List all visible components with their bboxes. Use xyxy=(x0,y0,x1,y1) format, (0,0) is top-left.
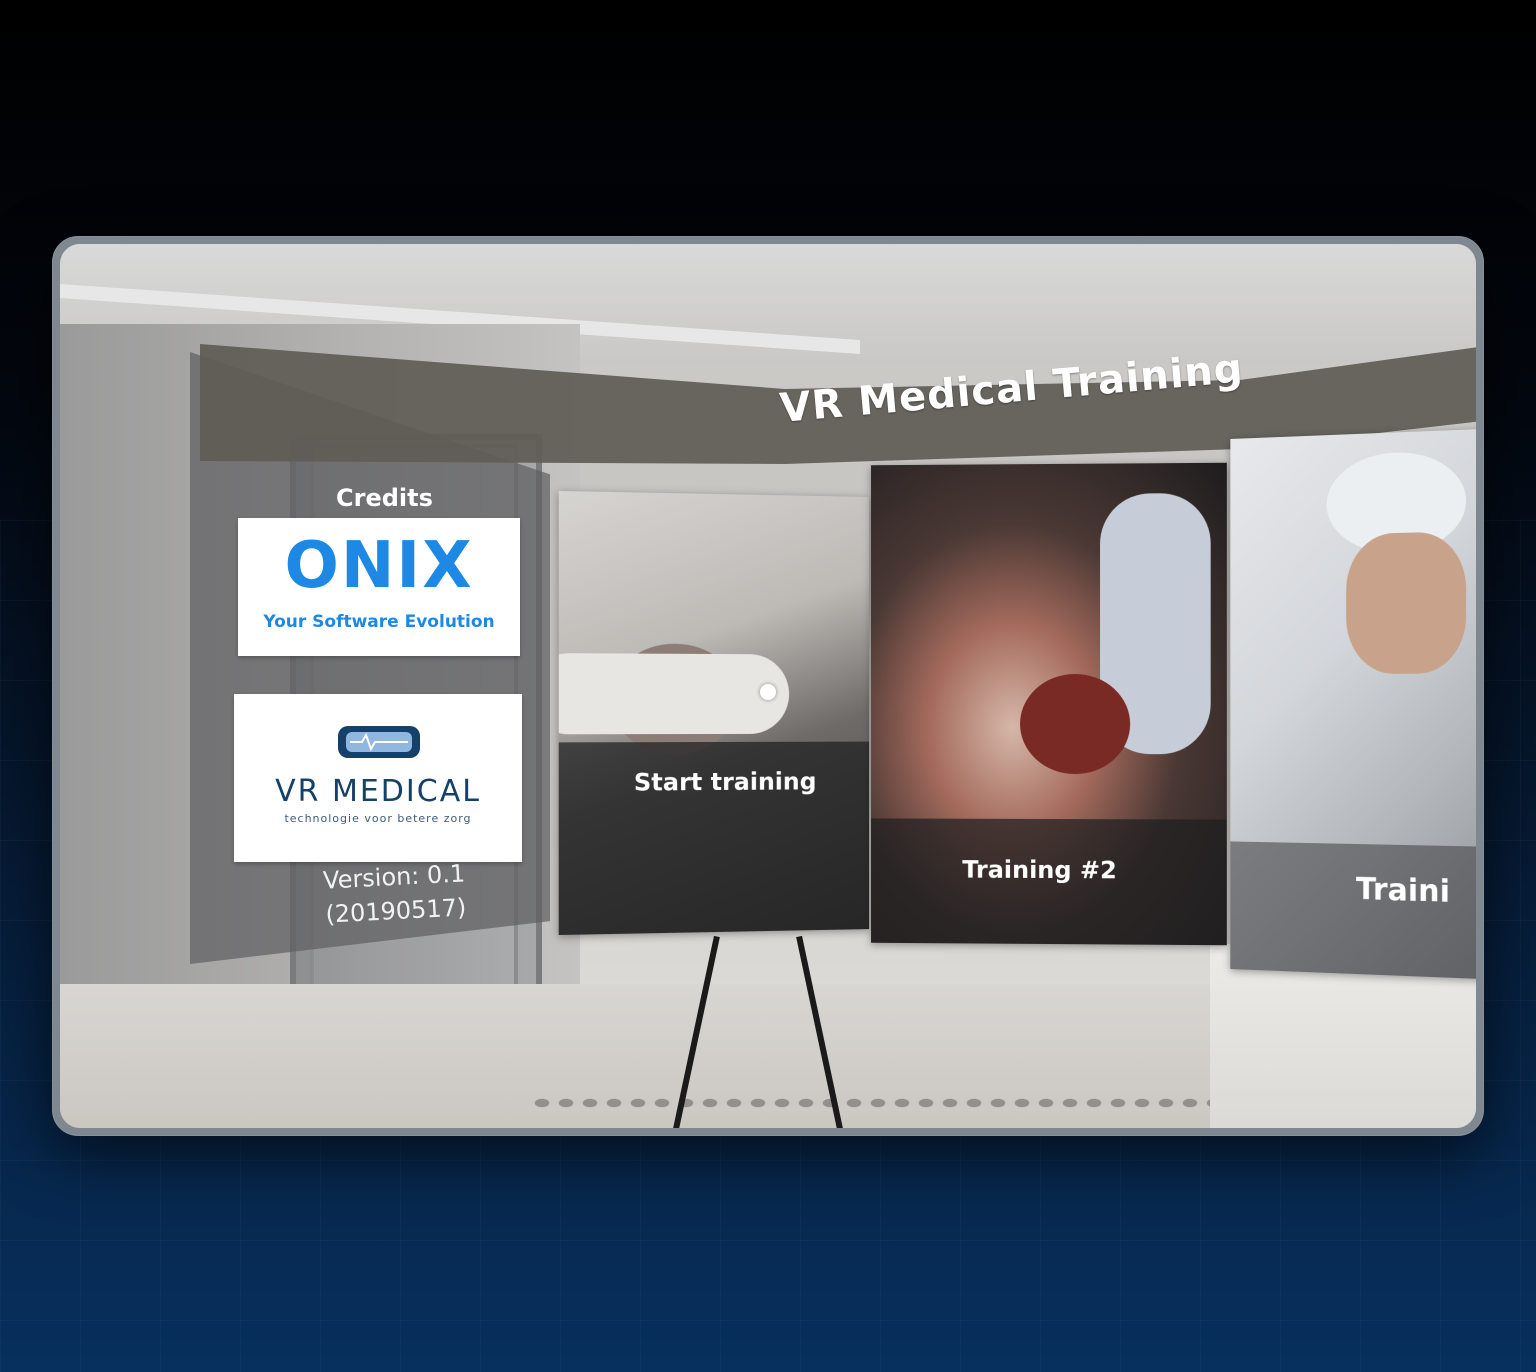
vr-medical-wordmark: VR MEDICAL xyxy=(275,774,481,809)
screenshot-frame: VR Medical Training Credits ONIX Your So… xyxy=(52,236,1484,1136)
card-overlay xyxy=(1230,841,1476,980)
onix-wordmark: ONIX xyxy=(284,529,474,603)
training-card-start[interactable]: Start training xyxy=(558,490,870,936)
vr-viewport: VR Medical Training Credits ONIX Your So… xyxy=(60,244,1476,1128)
vr-medical-tagline: technologie voor betere zorg xyxy=(284,812,472,825)
gaze-cursor-icon xyxy=(760,684,776,700)
version-info: Version: 0.1 (20190517) xyxy=(278,854,511,934)
bed-image xyxy=(558,653,790,735)
training-card-3[interactable]: Traini xyxy=(1230,428,1476,980)
onix-tagline: Your Software Evolution xyxy=(263,612,495,632)
mouth-image xyxy=(1020,673,1131,775)
vr-headset-icon xyxy=(338,726,420,758)
training-3-label: Traini xyxy=(1356,872,1450,910)
face-image xyxy=(1346,531,1467,675)
credits-label: Credits xyxy=(336,484,433,512)
vr-medical-logo: VR MEDICAL technologie voor betere zorg xyxy=(234,694,522,862)
vr-menu-panel: VR Medical Training Credits ONIX Your So… xyxy=(60,244,1476,1128)
onix-logo: ONIX Your Software Evolution xyxy=(238,518,520,656)
training-card-2[interactable]: Training #2 xyxy=(871,462,1227,946)
training-2-label: Training #2 xyxy=(962,855,1117,885)
start-training-label: Start training xyxy=(633,767,817,797)
